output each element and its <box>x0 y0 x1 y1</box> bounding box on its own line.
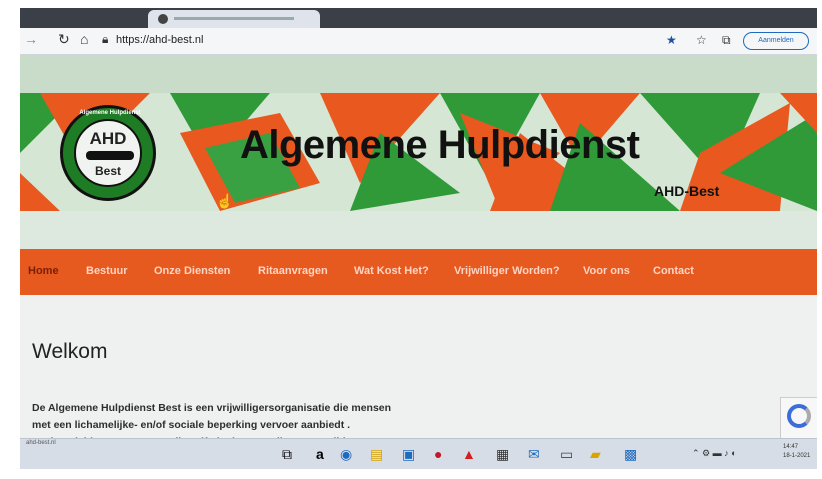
browser-window: → ↻ ⌂ 🔒︎ https://ahd-best.nl ★ ☆ ⧉ Aanme… <box>20 8 817 469</box>
edge-icon[interactable]: ◉ <box>340 446 352 463</box>
nav-item-vrijwilliger-worden[interactable]: Vrijwilliger Worden? <box>454 265 560 277</box>
clock-time: 14:47 <box>783 444 799 450</box>
site-title: Algemene Hulpdienst <box>240 123 640 167</box>
intro-line: De Algemene Hulpdienst Best is een vrijw… <box>32 402 392 414</box>
recaptcha-icon <box>787 404 811 428</box>
handshake-icon <box>86 151 134 160</box>
nav-item-contact[interactable]: Contact <box>653 265 694 277</box>
mail-icon[interactable]: ✉ <box>528 446 540 463</box>
signin-button[interactable]: Aanmelden <box>743 32 809 50</box>
window-icon[interactable]: ▭ <box>560 446 573 463</box>
photos-icon[interactable]: ▣ <box>402 446 415 463</box>
media-icon[interactable]: ● <box>434 446 442 462</box>
intro-line: met een lichamelijke- en/of sociale bepe… <box>32 419 351 431</box>
main-content: Welkom De Algemene Hulpdienst Best is ee… <box>20 295 817 448</box>
nav-item-ritaanvragen[interactable]: Ritaanvragen <box>258 265 328 277</box>
banner-gap <box>20 211 817 249</box>
web-page: Algemene Hulpdienst AHD Best Algemene Hu… <box>20 55 817 448</box>
pdf-icon[interactable]: ▲ <box>462 446 476 462</box>
favorites-icon[interactable]: ☆ <box>696 33 707 47</box>
nav-item-bestuur[interactable]: Bestuur <box>86 265 128 277</box>
browser-titlebar <box>20 8 817 28</box>
os-taskbar: ahd-best.nl ⧉ a ◉ ▤ ▣ ● ▲ ▦ ✉ ▭ ▰ ▩ ⌃ ⚙ … <box>20 438 817 469</box>
site-subtitle: AHD-Best <box>654 183 720 199</box>
taskbar-clock[interactable]: 14:47 18-1-2021 <box>783 443 810 461</box>
url-field[interactable]: https://ahd-best.nl <box>116 34 203 46</box>
tab-title <box>174 17 294 20</box>
app-icon[interactable]: ▩ <box>624 446 637 463</box>
nav-item-home[interactable]: Home <box>28 265 59 277</box>
store-icon[interactable]: ▦ <box>496 446 509 463</box>
task-view-icon[interactable]: ⧉ <box>282 446 292 463</box>
logo-inner: AHD Best <box>74 119 142 187</box>
clock-date: 18-1-2021 <box>783 453 811 459</box>
nav-item-voor-ons[interactable]: Voor ons <box>583 265 630 277</box>
status-url: ahd-best.nl <box>26 440 56 446</box>
star-icon[interactable]: ★ <box>666 33 677 47</box>
lock-icon: 🔒︎ <box>102 32 109 46</box>
system-tray-icons[interactable]: ⌃ ⚙ ▬ ♪ ◐ <box>692 448 737 459</box>
site-banner: Algemene Hulpdienst AHD Best Algemene Hu… <box>20 93 817 211</box>
page-title: Welkom <box>32 340 108 363</box>
logo-arc-text: Algemene Hulpdienst <box>79 110 141 116</box>
logo-bottom-text: Best <box>94 164 121 178</box>
recaptcha-badge[interactable] <box>780 397 817 441</box>
refresh-icon[interactable]: ↻ <box>58 31 70 48</box>
nav-item-wat-kost-het[interactable]: Wat Kost Het? <box>354 265 429 277</box>
nav-item-onze-diensten[interactable]: Onze Diensten <box>154 265 230 277</box>
page-top-band <box>20 55 817 93</box>
logo-top-text: AHD <box>89 129 127 148</box>
main-navigation: Home Bestuur Onze Diensten Ritaanvragen … <box>20 249 817 295</box>
address-bar: → ↻ ⌂ 🔒︎ https://ahd-best.nl ★ ☆ ⧉ Aanme… <box>20 28 817 55</box>
file-explorer-icon[interactable]: ▤ <box>370 446 383 463</box>
amazon-icon[interactable]: a <box>316 446 324 462</box>
folder-icon[interactable]: ▰ <box>590 446 601 463</box>
browser-tab[interactable] <box>148 10 320 28</box>
collections-icon[interactable]: ⧉ <box>722 33 731 48</box>
back-icon[interactable]: → <box>24 31 38 47</box>
tab-favicon-icon <box>158 14 168 24</box>
mouse-cursor-icon: ☝ <box>216 193 234 209</box>
home-icon[interactable]: ⌂ <box>80 31 88 47</box>
site-logo[interactable]: Algemene Hulpdienst AHD Best <box>60 105 156 201</box>
